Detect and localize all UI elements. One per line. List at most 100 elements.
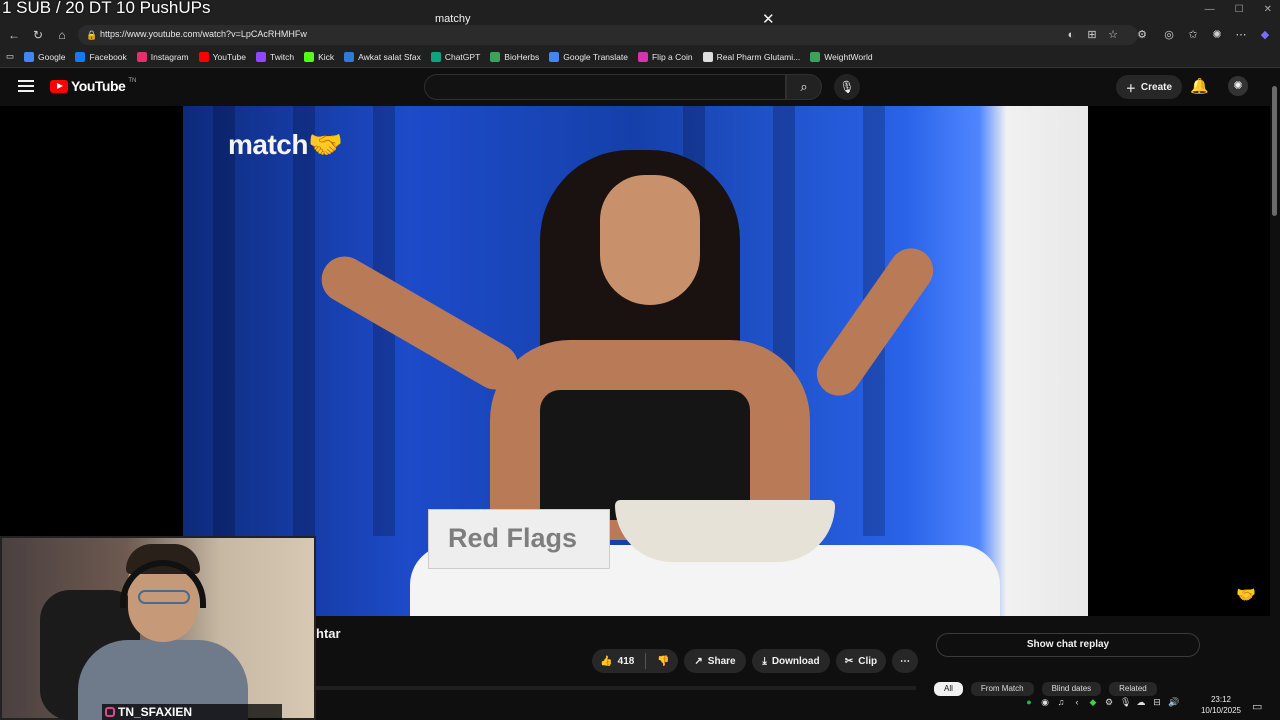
bookmark-favicon-icon bbox=[549, 51, 560, 62]
mic-tray-icon[interactable]: 🎙 bbox=[1120, 697, 1131, 707]
search-input[interactable] bbox=[424, 74, 786, 100]
address-bar-row: ← ↻ ⌂ 🔒 https://www.youtube.com/watch?v=… bbox=[0, 24, 1280, 46]
minimize-icon[interactable]: — bbox=[1205, 4, 1215, 15]
create-button[interactable]: ＋ Create bbox=[1116, 75, 1182, 99]
clock-date: 10/10/2025 bbox=[1200, 706, 1242, 715]
chevron-icon[interactable]: ‹ bbox=[1072, 697, 1082, 707]
share-label: Share bbox=[707, 655, 736, 667]
bookmark-item[interactable]: Facebook bbox=[75, 51, 127, 62]
more-icon[interactable]: ⋯ bbox=[1234, 28, 1248, 42]
related-chips: All From Match Blind dates Related bbox=[934, 682, 1157, 696]
bookmark-favicon-icon bbox=[810, 51, 821, 62]
youtube-country-code: TN bbox=[128, 78, 137, 84]
video-title: htar bbox=[316, 626, 341, 641]
network-icon[interactable]: ⊟ bbox=[1152, 697, 1162, 707]
refresh-icon[interactable]: ↻ bbox=[30, 28, 46, 42]
person-face bbox=[600, 175, 700, 305]
bookmark-item[interactable]: Google Translate bbox=[549, 51, 628, 62]
share-icon: ↗ bbox=[694, 655, 703, 667]
thumbs-up-icon[interactable]: 👍 bbox=[600, 656, 612, 667]
system-tray: ● ◉ ♫ ‹ ◆ ⚙ 🎙 ☁ ⊟ 🔊 bbox=[1024, 697, 1179, 707]
bookmark-item[interactable]: WeightWorld bbox=[810, 51, 873, 62]
bookmark-label: WeightWorld bbox=[824, 51, 873, 62]
app-available-icon[interactable]: ⊞ bbox=[1085, 28, 1099, 42]
close-icon[interactable]: ✕ bbox=[1264, 4, 1272, 15]
bookmark-item[interactable]: Awkat salat Sfax bbox=[344, 51, 421, 62]
volume-icon[interactable]: 🔊 bbox=[1168, 697, 1179, 707]
search-icon: ⌕ bbox=[800, 79, 808, 94]
bookmark-favicon-icon bbox=[24, 51, 35, 62]
instagram-icon bbox=[105, 707, 115, 717]
search-button[interactable]: ⌕ bbox=[786, 74, 822, 100]
maximize-icon[interactable]: ☐ bbox=[1235, 4, 1244, 15]
clip-button[interactable]: ✂ Clip bbox=[836, 649, 886, 673]
favorite-star-icon[interactable]: ☆ bbox=[1106, 28, 1120, 42]
bookmark-item[interactable]: BioHerbs bbox=[490, 51, 540, 62]
cloud-icon[interactable]: ☁ bbox=[1136, 697, 1146, 707]
tracking-icon[interactable]: ◐ bbox=[1064, 28, 1078, 42]
notification-center-icon[interactable]: ▭ bbox=[1252, 700, 1262, 713]
show-chat-replay-button[interactable]: Show chat replay bbox=[936, 633, 1200, 657]
bookmark-label: Flip a Coin bbox=[651, 51, 693, 62]
bookmark-item[interactable]: ChatGPT bbox=[430, 51, 480, 62]
voice-search-button[interactable]: 🎙 bbox=[834, 74, 860, 100]
bookmark-item[interactable]: Google bbox=[24, 51, 66, 62]
favorites-icon[interactable]: ✩ bbox=[1186, 28, 1200, 42]
bookmark-item[interactable]: Twitch bbox=[256, 51, 294, 62]
hamburger-menu-icon[interactable] bbox=[18, 80, 34, 92]
profile-sync-icon[interactable]: ◎ bbox=[1162, 28, 1176, 42]
search-query-text[interactable]: matchy bbox=[435, 13, 470, 25]
bookmark-label: Google bbox=[38, 51, 66, 62]
download-button[interactable]: ⤓ Download bbox=[752, 649, 830, 673]
create-label: Create bbox=[1140, 81, 1173, 93]
channel-watermark-icon[interactable]: 🤝 bbox=[1236, 585, 1256, 605]
headphones-icon[interactable]: ♫ bbox=[1056, 697, 1066, 707]
back-icon[interactable]: ← bbox=[6, 28, 22, 42]
salad-bowl bbox=[615, 500, 835, 562]
bookmark-label: Instagram bbox=[150, 51, 189, 62]
match-brand-logo: match🤝 bbox=[228, 129, 343, 160]
filter-chip[interactable]: All bbox=[934, 682, 963, 696]
red-flags-sign-text: Red Flags bbox=[448, 523, 578, 553]
bookmark-item[interactable]: Instagram bbox=[136, 51, 189, 62]
extensions-icon[interactable]: ⚙ bbox=[1135, 28, 1149, 42]
bookmark-favicon-icon bbox=[702, 51, 713, 62]
thumbs-down-icon[interactable]: 👎 bbox=[657, 656, 669, 667]
bookmark-label: YouTube bbox=[212, 51, 246, 62]
scrollbar-thumb[interactable] bbox=[1272, 86, 1277, 216]
account-icon[interactable]: ✺ bbox=[1210, 28, 1224, 42]
nvidia-icon[interactable]: ◆ bbox=[1088, 697, 1098, 707]
notifications-bell-icon[interactable]: 🔔 bbox=[1190, 77, 1209, 95]
bookmark-favicon-icon bbox=[256, 51, 266, 62]
filter-chip[interactable]: Blind dates bbox=[1041, 682, 1102, 696]
copilot-icon[interactable]: ◆ bbox=[1258, 28, 1272, 42]
youtube-logo[interactable]: YouTube TN bbox=[50, 78, 136, 94]
window-controls: — ☐ ✕ bbox=[1205, 4, 1272, 15]
bookmarks-menu-icon[interactable]: ▭ bbox=[6, 51, 14, 62]
youtube-logo-text: YouTube bbox=[71, 78, 126, 94]
bookmark-item[interactable]: Real Pharm Glutami... bbox=[702, 51, 800, 62]
lock-icon[interactable]: 🔒 bbox=[86, 30, 97, 41]
spotify-icon[interactable]: ● bbox=[1024, 697, 1034, 707]
bookmark-item[interactable]: Flip a Coin bbox=[637, 51, 693, 62]
bookmark-item[interactable]: Kick bbox=[304, 51, 334, 62]
avatar[interactable]: ✺ bbox=[1228, 76, 1248, 96]
filter-chip[interactable]: Related bbox=[1109, 682, 1157, 696]
url-text[interactable]: https://www.youtube.com/watch?v=LpCAcRHM… bbox=[100, 29, 307, 39]
share-button[interactable]: ↗ Share bbox=[684, 649, 746, 673]
like-count[interactable]: 418 bbox=[618, 656, 635, 667]
steam-icon[interactable]: ⚙ bbox=[1104, 697, 1114, 707]
home-icon[interactable]: ⌂ bbox=[54, 28, 70, 42]
bookmark-favicon-icon bbox=[490, 51, 501, 62]
bookmark-favicon-icon bbox=[430, 51, 441, 62]
filter-chip[interactable]: From Match bbox=[970, 682, 1034, 696]
system-clock[interactable]: 23:12 10/10/2025 bbox=[1196, 694, 1246, 716]
obs-icon[interactable]: ◉ bbox=[1040, 697, 1050, 707]
stream-overlay-title: 1 SUB / 20 DT 10 PushUPs bbox=[2, 0, 211, 17]
bookmark-item[interactable]: YouTube bbox=[198, 51, 246, 62]
download-label: Download bbox=[771, 655, 820, 667]
like-dislike-button[interactable]: 👍 418 👎 bbox=[592, 649, 678, 673]
more-actions-button[interactable]: ⋯ bbox=[892, 649, 918, 673]
clear-search-icon[interactable]: ✕ bbox=[762, 10, 775, 28]
bookmark-label: BioHerbs bbox=[504, 51, 540, 62]
